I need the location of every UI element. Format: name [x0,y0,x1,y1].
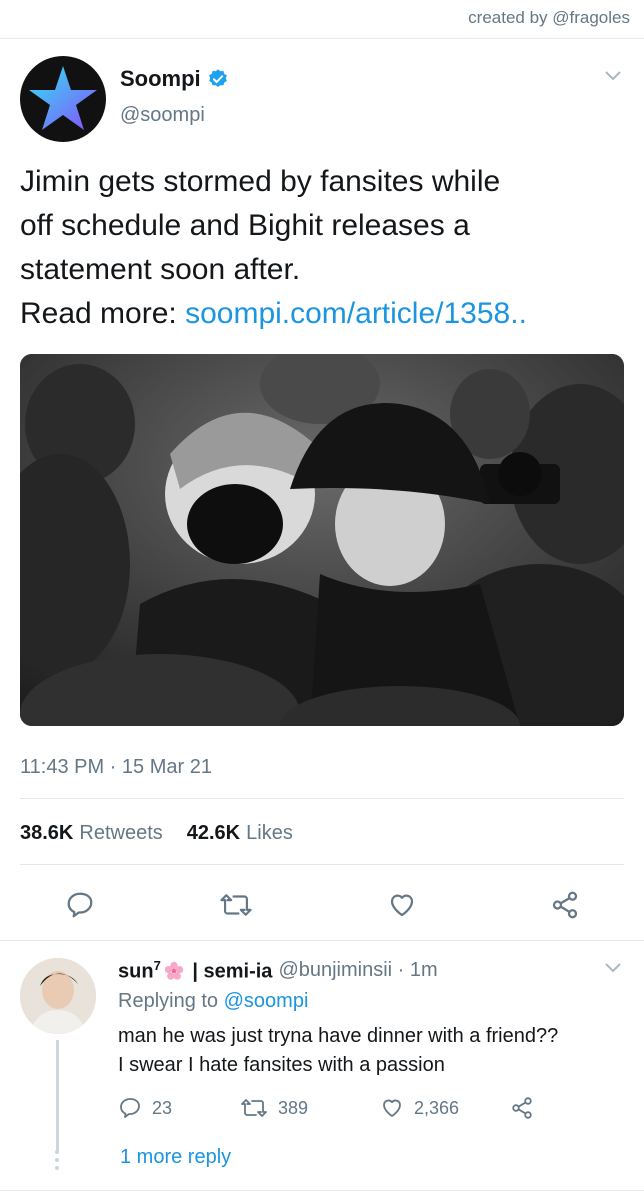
avatar-photo [20,958,96,1034]
tweet-photo[interactable] [20,354,624,726]
tweet-read-more: Read more: soompi.com/article/1358.. [20,292,620,336]
reply-text: man he was just tryna have dinner with a… [118,1022,628,1080]
tweet-text-line: Jimin gets stormed by fansites while [20,165,501,198]
tweet-text-line: off schedule and Bighit releases a [20,209,470,242]
retweets-label: Retweets [79,822,163,844]
retweet-icon [220,894,252,916]
tweet-timestamp[interactable]: 11:43 PM · 15 Mar 21 [20,756,212,779]
like-count: 2,366 [414,1097,460,1118]
cherry-blossom-icon [164,961,183,980]
divider [20,798,624,799]
chevron-down-icon[interactable] [604,70,622,82]
soompi-avatar[interactable] [20,56,106,142]
retweet-button[interactable] [216,885,256,925]
tweet-text: Jimin gets stormed by fansites while off… [20,160,620,336]
replying-to: Replying to @soompi [118,990,308,1013]
tweet-stats: 38.6K Retweets 42.6K Likes [20,822,293,845]
reply-retweet-button[interactable]: 389 [240,1096,308,1120]
author-name-text: Soompi [120,66,201,91]
reply-icon [67,892,93,918]
like-icon [383,1099,401,1117]
more-replies-link[interactable]: 1 more reply [120,1146,231,1169]
reply-count: 23 [152,1097,173,1118]
reply-name-text: sun [118,960,154,983]
like-icon [390,894,414,917]
thread-dots [55,1150,60,1174]
read-more-label: Read more: [20,297,186,330]
divider [0,38,644,39]
likes-label: Likes [246,822,293,844]
reply-header: sun7 | semi-ia @bunjiminsii · 1m [118,958,438,984]
reply-reply-button[interactable]: 23 [118,1096,172,1120]
reply-button[interactable] [60,885,100,925]
likes-stat[interactable]: 42.6K Likes [187,822,293,845]
reply-text-line: man he was just tryna have dinner with a… [118,1025,559,1047]
article-link[interactable]: soompi.com/article/1358.. [185,297,527,330]
divider [0,1190,644,1191]
reply-like-button[interactable]: 2,366 [380,1096,459,1120]
replying-to-label: Replying to [118,990,224,1012]
divider [0,940,644,941]
reply-icon [120,1098,140,1118]
retweet-count: 389 [278,1097,309,1118]
share-icon [512,1097,532,1119]
soompi-star-logo [29,66,97,130]
credit-text: created by @fragoles [468,8,630,27]
replying-to-handle[interactable]: @soompi [224,990,309,1012]
thread-line [56,1040,59,1152]
reply-handle-time[interactable]: @bunjiminsii · 1m [278,959,437,982]
share-icon [552,891,578,919]
verified-badge-icon [208,69,227,87]
reply-text-line: I swear I hate fansites with a passion [118,1054,445,1076]
reply-author-avatar[interactable] [20,958,96,1034]
retweets-stat[interactable]: 38.6K Retweets [20,822,163,845]
retweet-icon [241,1099,267,1117]
divider [20,864,624,865]
reply-name-suffix: | semi-ia [186,960,273,983]
tweet-author-name[interactable]: Soompi [120,66,229,92]
reply-name-superscript: 7 [153,958,161,973]
tweet-author-handle[interactable]: @soompi [120,104,205,127]
share-button[interactable] [545,885,585,925]
reply-share-button[interactable] [510,1096,534,1120]
like-button[interactable] [382,885,422,925]
tweet-text-line: statement soon after. [20,253,301,286]
photo-illustration [20,354,624,726]
reply-author-name[interactable]: sun7 | semi-ia [118,958,272,984]
tweet-action-bar [0,885,644,925]
likes-count: 42.6K [186,822,241,844]
reply-action-bar: 23 389 2,366 [118,1096,618,1126]
retweets-count: 38.6K [20,822,74,844]
chevron-down-icon[interactable] [604,962,622,974]
